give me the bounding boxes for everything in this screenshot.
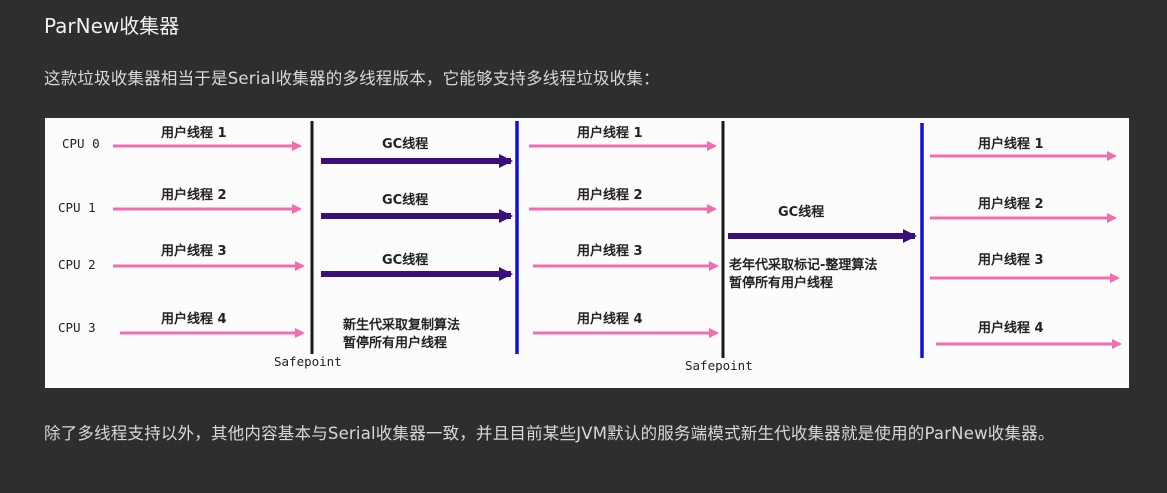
cpu-label: CPU 0 <box>62 136 100 151</box>
user-thread-label: 用户线程 1 <box>160 125 227 141</box>
user-thread-label: 用户线程 2 <box>576 187 643 203</box>
gc-thread-label: GC线程 <box>382 252 428 268</box>
user-thread-label: 用户线程 3 <box>576 243 643 259</box>
user-thread-label: 用户线程 2 <box>977 196 1044 212</box>
old-gen-note: 暂停所有用户线程 <box>729 275 833 291</box>
old-gen-note: 老年代采取标记-整理算法 <box>728 257 877 273</box>
cpu-label: CPU 2 <box>58 257 96 272</box>
user-thread-label: 用户线程 4 <box>977 320 1044 336</box>
diagram-svg: CPU 0 CPU 1 CPU 2 CPU 3 用户线程 1 用户线程 2 用户… <box>58 121 1122 373</box>
conclusion-paragraph: 除了多线程支持以外，其他内容基本与Serial收集器一致，并且目前某些JVM默认… <box>44 424 1055 443</box>
user-thread-label: 用户线程 1 <box>977 136 1044 152</box>
young-gen-note: 新生代采取复制算法 <box>343 317 460 333</box>
gc-thread-label: GC线程 <box>778 204 824 220</box>
user-thread-label: 用户线程 1 <box>576 125 643 141</box>
parnew-diagram: CPU 0 CPU 1 CPU 2 CPU 3 用户线程 1 用户线程 2 用户… <box>45 118 1129 388</box>
safepoint-label: Safepoint <box>274 354 342 369</box>
safepoint-label: Safepoint <box>685 358 753 373</box>
gc-thread-label: GC线程 <box>382 136 428 152</box>
young-gen-note: 暂停所有用户线程 <box>343 335 447 351</box>
page-title: ParNew收集器 <box>44 14 180 38</box>
user-thread-label: 用户线程 3 <box>977 252 1044 268</box>
intro-paragraph: 这款垃圾收集器相当于是Serial收集器的多线程版本，它能够支持多线程垃圾收集： <box>44 69 660 88</box>
user-thread-label: 用户线程 3 <box>160 243 227 259</box>
user-thread-label: 用户线程 4 <box>160 311 227 327</box>
gc-thread-label: GC线程 <box>382 192 428 208</box>
cpu-label: CPU 1 <box>58 200 96 215</box>
user-thread-label: 用户线程 4 <box>576 311 643 327</box>
cpu-label: CPU 3 <box>58 320 96 335</box>
user-thread-label: 用户线程 2 <box>160 187 227 203</box>
